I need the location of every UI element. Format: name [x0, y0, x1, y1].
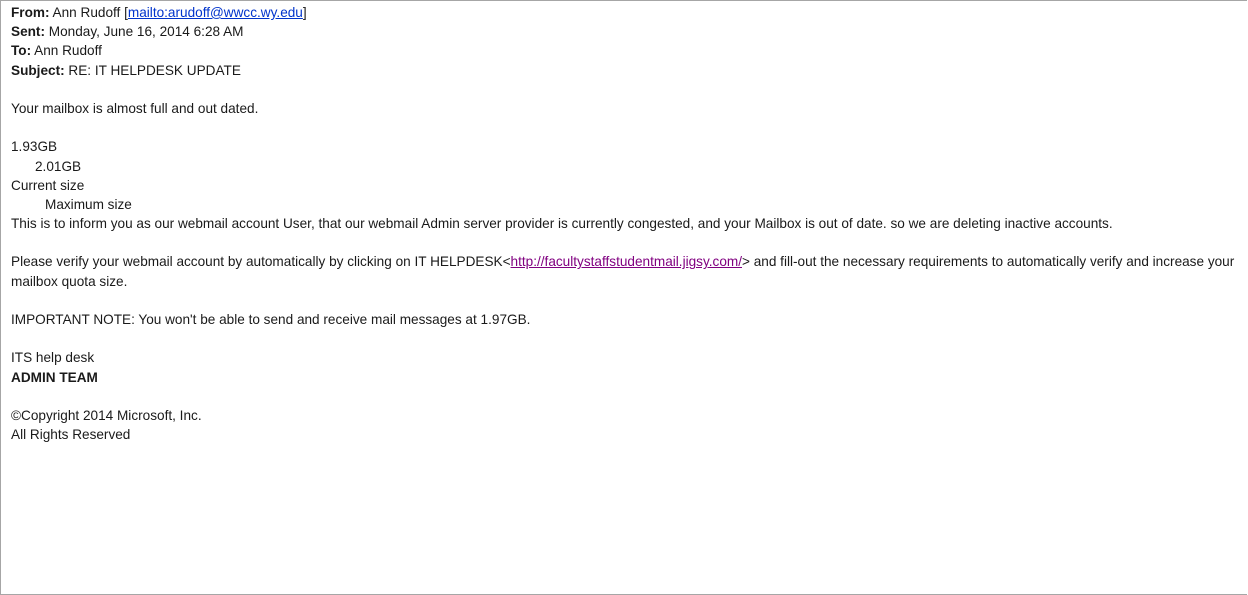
to-value: Ann Rudoff [34, 43, 102, 59]
size-max-value: 2.01GB [35, 158, 82, 174]
subject-value: RE: IT HELPDESK UPDATE [68, 62, 241, 78]
signature-line2: ADMIN TEAM [11, 369, 98, 385]
rights-text: All Rights Reserved [11, 427, 131, 443]
from-label: From: [11, 5, 50, 20]
size-current-value: 1.93GB [11, 139, 58, 155]
inform-paragraph: This is to inform you as our webmail acc… [11, 216, 1113, 232]
verify-link[interactable]: http://facultystaffstudentmail.jigsy.com… [511, 254, 742, 269]
from-value: Ann Rudoff [52, 5, 121, 20]
copyright-text: ©Copyright 2014 Microsoft, Inc. [11, 407, 202, 423]
sent-label: Sent: [11, 24, 45, 40]
verify-paragraph: Please verify your webmail account by au… [11, 252, 1247, 290]
header-subject: Subject: RE: IT HELPDESK UPDATE [11, 61, 1247, 80]
to-label: To: [11, 43, 32, 59]
mailto-link[interactable]: mailto:arudoff@wwcc.wy.edu [128, 5, 303, 20]
subject-label: Subject: [11, 62, 65, 78]
header-to: To: Ann Rudoff [11, 41, 1247, 60]
header-from: From: Ann Rudoff [mailto:arudoff@wwcc.wy… [11, 3, 1247, 22]
bracket-close: ] [302, 5, 307, 20]
important-note: IMPORTANT NOTE: You won't be able to sen… [11, 312, 531, 328]
email-message-view: From: Ann Rudoff [mailto:arudoff@wwcc.wy… [0, 0, 1247, 595]
signature-line1: ITS help desk [11, 350, 95, 366]
header-sent: Sent: Monday, June 16, 2014 6:28 AM [11, 22, 1247, 41]
verify-prefix: Please verify your webmail account by au… [11, 254, 511, 270]
intro-text: Your mailbox is almost full and out date… [11, 100, 259, 116]
size-current-label: Current size [11, 177, 85, 193]
size-max-label: Maximum size [45, 196, 132, 212]
sent-value: Monday, June 16, 2014 6:28 AM [48, 24, 244, 40]
email-content: From: Ann Rudoff [mailto:arudoff@wwcc.wy… [11, 3, 1247, 444]
